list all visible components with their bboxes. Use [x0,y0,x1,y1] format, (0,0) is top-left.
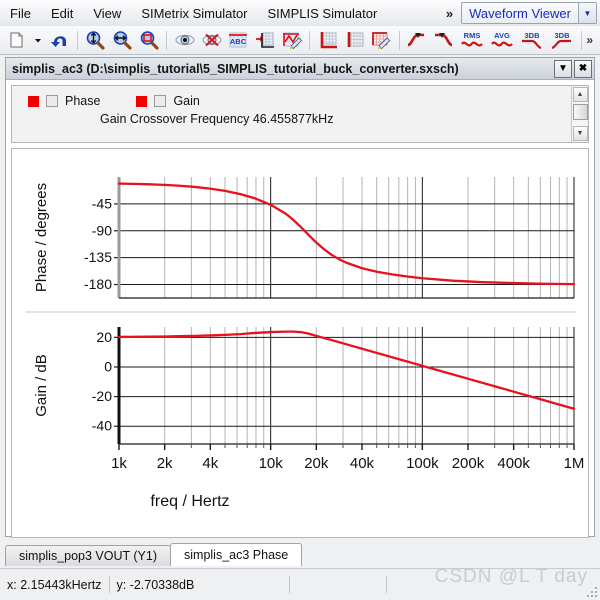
rise-time-icon[interactable] [405,27,430,53]
svg-text:RMS: RMS [464,31,481,40]
legend-entry-gain[interactable]: Gain [136,94,200,108]
y-tick-label: -45 [92,195,112,211]
bode-plot[interactable]: -45 -90 -135 -180 Phase / degrees 20 0 -20 -40 Ga… [12,149,590,537]
add-grid-icon[interactable] [253,27,278,53]
undo-icon[interactable] [47,27,72,53]
y-tick-label: -20 [92,388,112,404]
x-tick-label: 400k [497,455,530,472]
y-axis-label: Phase / degrees [33,183,50,292]
status-divider [289,576,291,593]
x-tick-label: 2k [157,455,173,472]
scrollbar-thumb[interactable] [572,104,588,120]
svg-text:3DB: 3DB [525,31,541,40]
toolbar-separator [309,30,311,50]
graph-properties-icon[interactable] [369,27,394,53]
3db-highpass-icon[interactable]: 3DB [548,27,576,53]
waveform-viewer-app: File Edit View SIMetrix Simulator SIMPLI… [0,0,600,600]
x-tick-label: 1M [564,455,585,472]
menu-file[interactable]: File [1,3,40,24]
toolbar-separator [398,30,400,50]
toolbar-separator [76,30,78,50]
menu-bar: File Edit View SIMetrix Simulator SIMPLI… [0,0,600,27]
legend-row: Phase Gain [12,86,571,108]
plot-panel[interactable]: -45 -90 -135 -180 Phase / degrees 20 0 -20 -40 Ga… [11,148,589,538]
fall-time-icon[interactable] [432,27,457,53]
legend-checkbox-phase[interactable] [46,95,58,107]
y-tick-label: 20 [96,329,112,345]
svg-text:AVG: AVG [495,31,511,40]
x-tick-label: 40k [350,455,375,472]
x-tick-label: 100k [406,455,439,472]
zoom-vertical-icon[interactable] [83,27,108,53]
x-tick-label: 200k [452,455,485,472]
toolbar-separator [581,30,583,50]
y-tick-label: -40 [92,418,112,434]
x-axis-label: freq / Hertz [150,493,229,510]
gain-plot: 20 0 -20 -40 Gain / dB [33,327,576,445]
avg-icon[interactable]: AVG [488,27,516,53]
tab-strip: simplis_pop3 VOUT (Y1) simplis_ac3 Phase [5,542,595,566]
legend-label-phase: Phase [65,94,101,108]
legend-checkbox-gain[interactable] [154,95,167,107]
gain-crossover-annotation: Gain Crossover Frequency 46.455877kHz [100,112,334,126]
status-y-readout: y: -2.70338dB [116,577,195,592]
axis-style-icon[interactable] [315,27,340,53]
y-tick-label: 0 [104,358,112,374]
new-document-dropdown-icon[interactable] [31,27,45,53]
3db-lowpass-icon[interactable]: 3DB [518,27,546,53]
zoom-horizontal-icon[interactable] [110,27,135,53]
legend-panel: Phase Gain Gain Crossover Frequency 46.4… [11,85,589,143]
x-tick-label: 20k [304,455,329,472]
graph-window: simplis_ac3 (D:\simplis_tutorial\5_SIMPL… [5,57,595,538]
svg-text:3DB: 3DB [555,31,571,40]
menu-edit[interactable]: Edit [42,3,82,24]
legend-scrollbar[interactable]: ▲ ▼ [571,86,588,142]
scroll-up-icon[interactable]: ▲ [572,87,588,102]
toolbar-separator [166,30,168,50]
close-window-button[interactable]: ✖ [574,59,592,78]
toolbar: ABC RMS AVG 3DB 3DB » [0,26,600,55]
grid-style-icon[interactable] [342,27,367,53]
x-tick-label: 10k [259,455,284,472]
graph-window-title: simplis_ac3 (D:\simplis_tutorial\5_SIMPL… [12,61,459,76]
hide-cursor-icon[interactable] [199,27,224,53]
color-swatch-icon [136,95,148,107]
legend-entry-phase[interactable]: Phase [28,94,100,108]
scroll-down-icon[interactable]: ▼ [572,126,588,141]
show-cursor-icon[interactable] [172,27,197,53]
menu-simetrix-simulator[interactable]: SIMetrix Simulator [132,3,256,24]
color-swatch-icon [28,95,39,107]
menu-simplis-simulator[interactable]: SIMPLIS Simulator [259,3,387,24]
phase-plot: -45 -90 -135 -180 Phase / degrees [33,177,576,299]
zoom-box-icon[interactable] [137,27,162,53]
resize-grip[interactable] [587,587,597,597]
plot-background [119,177,574,298]
tab-simplis-pop3-vout[interactable]: simplis_pop3 VOUT (Y1) [5,545,172,566]
y-tick-label: -180 [84,276,112,292]
y-axis-label: Gain / dB [33,354,50,417]
rms-icon[interactable]: RMS [458,27,486,53]
menu-view[interactable]: View [84,3,130,24]
add-text-icon[interactable]: ABC [226,27,251,53]
waveform-viewer-dropdown[interactable]: Waveform Viewer ▼ [461,2,597,24]
toolbar-overflow-icon[interactable]: » [586,33,600,47]
x-tick-label: 1k [111,455,127,472]
new-document-icon[interactable] [4,27,29,53]
y-tick-label: -90 [92,222,112,238]
graph-window-titlebar: simplis_ac3 (D:\simplis_tutorial\5_SIMPL… [6,58,594,80]
svg-text:ABC: ABC [230,37,247,46]
y-tick-label: -135 [84,249,112,265]
status-bar: x: 2.15443kHertz y: -2.70338dB [0,568,600,600]
status-divider [386,576,388,593]
restore-window-button[interactable]: ▼ [554,59,572,78]
edit-curve-icon[interactable] [280,27,305,53]
legend-label-gain: Gain [173,94,200,108]
chevron-down-icon[interactable]: ▼ [578,3,596,23]
menu-overflow-icon[interactable]: » [438,6,461,21]
tab-simplis-ac3-phase[interactable]: simplis_ac3 Phase [170,543,303,566]
waveform-viewer-label: Waveform Viewer [469,6,571,21]
x-tick-label: 4k [202,455,218,472]
status-x-readout: x: 2.15443kHertz [7,577,102,592]
legend-body: Phase Gain Gain Crossover Frequency 46.4… [12,86,571,142]
